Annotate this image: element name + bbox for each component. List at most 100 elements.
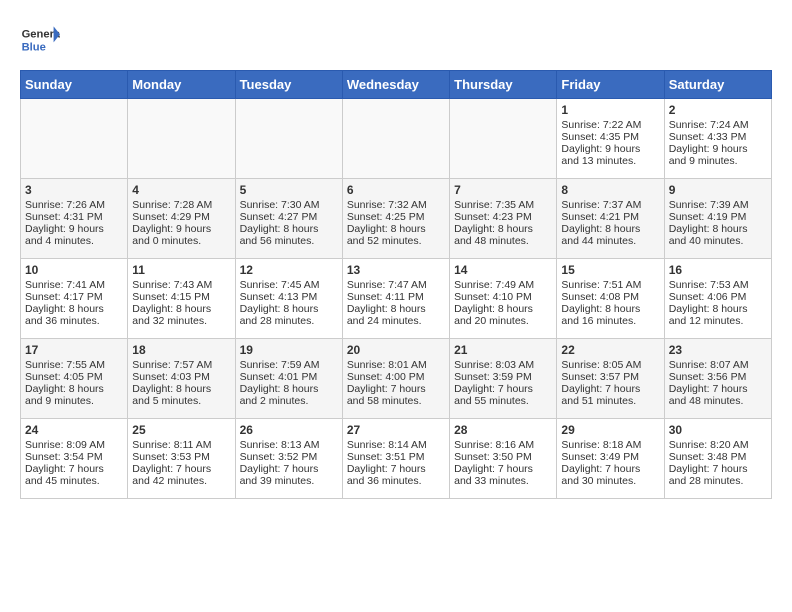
day-info: Sunset: 4:01 PM <box>240 371 338 383</box>
day-number: 4 <box>132 183 230 197</box>
calendar-day: 21Sunrise: 8:03 AMSunset: 3:59 PMDayligh… <box>450 339 557 419</box>
day-info: Sunrise: 8:09 AM <box>25 439 123 451</box>
calendar-day: 1Sunrise: 7:22 AMSunset: 4:35 PMDaylight… <box>557 99 664 179</box>
day-info: Sunset: 3:53 PM <box>132 451 230 463</box>
day-number: 13 <box>347 263 445 277</box>
calendar-day: 12Sunrise: 7:45 AMSunset: 4:13 PMDayligh… <box>235 259 342 339</box>
day-info: Daylight: 8 hours and 9 minutes. <box>25 383 123 407</box>
day-info: Sunrise: 7:24 AM <box>669 119 767 131</box>
day-number: 9 <box>669 183 767 197</box>
day-number: 3 <box>25 183 123 197</box>
day-info: Sunrise: 7:49 AM <box>454 279 552 291</box>
day-info: Sunset: 4:33 PM <box>669 131 767 143</box>
calendar-day: 11Sunrise: 7:43 AMSunset: 4:15 PMDayligh… <box>128 259 235 339</box>
day-info: Sunrise: 7:53 AM <box>669 279 767 291</box>
day-number: 1 <box>561 103 659 117</box>
day-info: Sunrise: 8:05 AM <box>561 359 659 371</box>
day-header-wednesday: Wednesday <box>342 71 449 99</box>
day-info: Daylight: 7 hours and 42 minutes. <box>132 463 230 487</box>
day-info: Daylight: 8 hours and 48 minutes. <box>454 223 552 247</box>
calendar-header-row: SundayMondayTuesdayWednesdayThursdayFrid… <box>21 71 772 99</box>
day-number: 27 <box>347 423 445 437</box>
day-number: 26 <box>240 423 338 437</box>
calendar-day <box>21 99 128 179</box>
day-info: Sunset: 4:00 PM <box>347 371 445 383</box>
day-info: Sunset: 4:17 PM <box>25 291 123 303</box>
day-info: Sunset: 3:51 PM <box>347 451 445 463</box>
day-info: Daylight: 9 hours and 4 minutes. <box>25 223 123 247</box>
day-info: Daylight: 8 hours and 20 minutes. <box>454 303 552 327</box>
day-info: Daylight: 8 hours and 36 minutes. <box>25 303 123 327</box>
day-info: Sunrise: 7:30 AM <box>240 199 338 211</box>
calendar-table: SundayMondayTuesdayWednesdayThursdayFrid… <box>20 70 772 499</box>
day-info: Daylight: 8 hours and 16 minutes. <box>561 303 659 327</box>
day-info: Sunset: 4:03 PM <box>132 371 230 383</box>
calendar-day: 7Sunrise: 7:35 AMSunset: 4:23 PMDaylight… <box>450 179 557 259</box>
calendar-day: 3Sunrise: 7:26 AMSunset: 4:31 PMDaylight… <box>21 179 128 259</box>
calendar-week-row: 24Sunrise: 8:09 AMSunset: 3:54 PMDayligh… <box>21 419 772 499</box>
day-info: Daylight: 7 hours and 58 minutes. <box>347 383 445 407</box>
day-info: Sunset: 4:08 PM <box>561 291 659 303</box>
day-info: Sunset: 4:29 PM <box>132 211 230 223</box>
day-info: Sunset: 3:59 PM <box>454 371 552 383</box>
day-info: Sunset: 3:49 PM <box>561 451 659 463</box>
calendar-day: 5Sunrise: 7:30 AMSunset: 4:27 PMDaylight… <box>235 179 342 259</box>
day-info: Sunrise: 8:14 AM <box>347 439 445 451</box>
calendar-day: 29Sunrise: 8:18 AMSunset: 3:49 PMDayligh… <box>557 419 664 499</box>
day-info: Sunset: 4:10 PM <box>454 291 552 303</box>
day-number: 5 <box>240 183 338 197</box>
calendar-day: 10 Sunrise: 7:41 AMSunset: 4:17 PMDayligh… <box>21 259 128 339</box>
day-number: 6 <box>347 183 445 197</box>
day-info: Sunrise: 8:16 AM <box>454 439 552 451</box>
calendar-day: 14Sunrise: 7:49 AMSunset: 4:10 PMDayligh… <box>450 259 557 339</box>
day-info: Sunset: 4:06 PM <box>669 291 767 303</box>
calendar-day: 30 Sunrise: 8:20 AMSunset: 3:48 PMDayligh… <box>664 419 771 499</box>
calendar-day: 15Sunrise: 7:51 AMSunset: 4:08 PMDayligh… <box>557 259 664 339</box>
day-info: Daylight: 9 hours and 0 minutes. <box>132 223 230 247</box>
day-info: Sunrise: 7:55 AM <box>25 359 123 371</box>
day-info: Sunrise: 7:43 AM <box>132 279 230 291</box>
day-info: Sunrise: 8:13 AM <box>240 439 338 451</box>
day-number: 7 <box>454 183 552 197</box>
day-info: Daylight: 7 hours and 30 minutes. <box>561 463 659 487</box>
day-number: 30 <box>669 423 767 437</box>
day-info: Sunrise: 7:59 AM <box>240 359 338 371</box>
calendar-day: 25Sunrise: 8:11 AMSunset: 3:53 PMDayligh… <box>128 419 235 499</box>
day-info: Sunset: 4:27 PM <box>240 211 338 223</box>
day-info: Sunset: 3:54 PM <box>25 451 123 463</box>
calendar-day <box>450 99 557 179</box>
day-number: 12 <box>240 263 338 277</box>
calendar-day: 13Sunrise: 7:47 AMSunset: 4:11 PMDayligh… <box>342 259 449 339</box>
day-info: Daylight: 7 hours and 55 minutes. <box>454 383 552 407</box>
day-number: 28 <box>454 423 552 437</box>
day-info: Daylight: 7 hours and 39 minutes. <box>240 463 338 487</box>
calendar-day: 6Sunrise: 7:32 AMSunset: 4:25 PMDaylight… <box>342 179 449 259</box>
day-number: 24 <box>25 423 123 437</box>
day-number: 11 <box>132 263 230 277</box>
day-number: 10 <box>25 263 123 277</box>
day-info: Sunset: 3:56 PM <box>669 371 767 383</box>
day-info: Daylight: 7 hours and 51 minutes. <box>561 383 659 407</box>
day-info: Daylight: 8 hours and 28 minutes. <box>240 303 338 327</box>
day-info: Daylight: 8 hours and 32 minutes. <box>132 303 230 327</box>
day-number: 16 <box>669 263 767 277</box>
day-info: Sunrise: 7:28 AM <box>132 199 230 211</box>
day-info: Daylight: 7 hours and 28 minutes. <box>669 463 767 487</box>
day-info: Sunset: 4:19 PM <box>669 211 767 223</box>
day-info: Sunset: 3:48 PM <box>669 451 767 463</box>
day-info: Sunrise: 8:07 AM <box>669 359 767 371</box>
day-info: Daylight: 8 hours and 52 minutes. <box>347 223 445 247</box>
day-info: Daylight: 7 hours and 45 minutes. <box>25 463 123 487</box>
calendar-day: 9Sunrise: 7:39 AMSunset: 4:19 PMDaylight… <box>664 179 771 259</box>
day-info: Sunset: 4:13 PM <box>240 291 338 303</box>
calendar-day <box>235 99 342 179</box>
day-info: Sunset: 4:31 PM <box>25 211 123 223</box>
day-info: Sunset: 3:57 PM <box>561 371 659 383</box>
day-info: Sunrise: 7:41 AM <box>25 279 123 291</box>
day-info: Sunrise: 7:35 AM <box>454 199 552 211</box>
day-info: Daylight: 7 hours and 48 minutes. <box>669 383 767 407</box>
day-number: 29 <box>561 423 659 437</box>
calendar-day: 8Sunrise: 7:37 AMSunset: 4:21 PMDaylight… <box>557 179 664 259</box>
day-info: Sunrise: 8:20 AM <box>669 439 767 451</box>
calendar-day: 4 Sunrise: 7:28 AMSunset: 4:29 PMDaylight… <box>128 179 235 259</box>
